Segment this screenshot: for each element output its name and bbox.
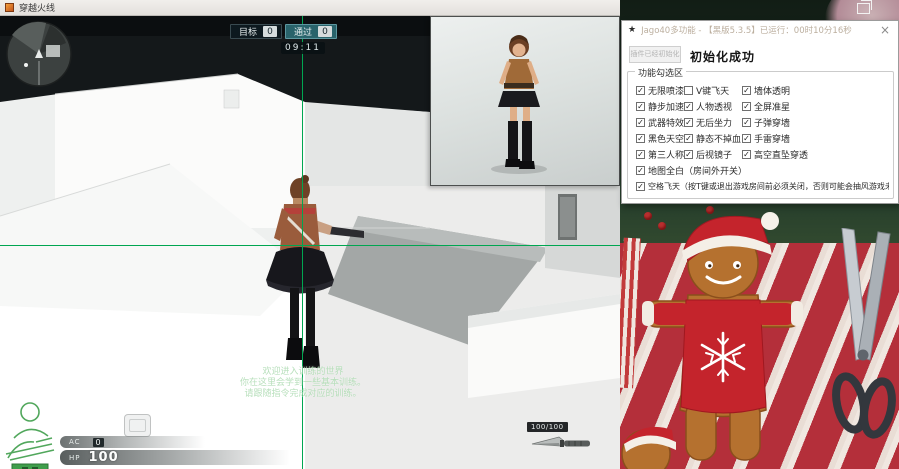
checkbox-checked-icon[interactable]: ✓	[636, 165, 645, 175]
feature-checkbox[interactable]: ✓ 人物透视	[684, 100, 742, 113]
game-titlebar[interactable]: 穿越火线	[0, 0, 620, 16]
game-window: 穿越火线 目标 0 通过 0 09:11 欢迎进入训练的世界 你在这里会学到一些…	[0, 0, 620, 469]
feature-checkbox[interactable]: ✓ 手雷穿墙	[742, 132, 889, 145]
screen: 穿越火线 目标 0 通过 0 09:11 欢迎进入训练的世界 你在这里会学到一些…	[0, 0, 899, 469]
feature-checkbox[interactable]: V键飞天	[684, 84, 742, 97]
feature-checkbox[interactable]: ✓空格飞天（按T键或退出游戏房间前必须关闭，否则可能会抽风游戏未响应）	[636, 181, 889, 192]
feature-checkbox[interactable]: ✓ 黑色天空	[636, 132, 684, 145]
feature-checkbox[interactable]: ✓ 墙体透明	[742, 84, 889, 97]
checkbox-checked-icon[interactable]: ✓	[636, 85, 645, 95]
checkbox-checked-icon[interactable]: ✓	[636, 181, 645, 191]
second-cookie	[621, 426, 676, 469]
welcome-text-line: 请跟随指令完成对应的训练。	[244, 389, 362, 399]
game-app-icon	[5, 3, 14, 12]
init-status-text: 初始化成功	[690, 50, 756, 64]
window-restore-icon[interactable]	[857, 0, 872, 14]
feature-checkbox-label: 手雷穿墙	[754, 134, 791, 145]
checkbox-checked-icon[interactable]: ✓	[684, 149, 693, 159]
crosshair-vertical-line	[302, 16, 303, 469]
feature-checkbox-label: 静态不掉血	[696, 134, 742, 145]
feature-checkbox-label: 无限喷漆	[648, 86, 684, 97]
armor-bar: AC 0	[60, 436, 205, 448]
feature-checkbox-label: 地图全白（房间外开关）	[648, 166, 748, 177]
feature-checkbox-label: 人物透视	[696, 102, 733, 113]
pass-value: 0	[318, 26, 333, 37]
close-icon[interactable]: ×	[878, 24, 892, 36]
init-button[interactable]: 插件已经初始化	[629, 46, 681, 63]
health-bar: HP 100	[60, 450, 290, 465]
tool-titlebar[interactable]: ★ Jago40多功能 - 【黑版5.3.5】已运行：00时10分16秒 ×	[622, 21, 898, 38]
checkbox-checked-icon[interactable]: ✓	[636, 149, 645, 159]
welcome-text-line: 欢迎进入训练的世界	[262, 367, 344, 377]
soldier-hud-icon	[5, 402, 55, 469]
feature-checkbox-label: 第三人称	[648, 150, 684, 161]
objective-label: 目标	[239, 28, 258, 38]
feature-checkbox-label: V键飞天	[696, 86, 730, 97]
player-character	[266, 175, 364, 368]
feature-checkbox[interactable]: ✓ 静态不掉血	[684, 132, 742, 145]
checkbox-checked-icon[interactable]: ✓	[684, 101, 693, 111]
feature-checkbox-label: 墙体透明	[754, 86, 791, 97]
checkbox-checked-icon[interactable]: ✓	[742, 133, 751, 143]
health-label: HP	[69, 453, 81, 462]
feature-checkbox-label: 子弹穿墙	[754, 118, 791, 129]
feature-checkbox-label: 静步加速	[648, 102, 684, 113]
cheat-tool-window: ★ Jago40多功能 - 【黑版5.3.5】已运行：00时10分16秒 × 插…	[621, 20, 899, 204]
checkbox-checked-icon[interactable]: ✓	[742, 85, 751, 95]
scissors	[832, 228, 896, 439]
checkbox-checked-icon[interactable]: ✓	[636, 133, 645, 143]
feature-checkbox[interactable]: ✓ 静步加速	[636, 100, 684, 113]
tool-window-title: Jago40多功能 - 【黑版5.3.5】已运行：00时10分16秒	[641, 25, 852, 36]
checkbox-unchecked-icon[interactable]	[684, 85, 693, 95]
welcome-message: 欢迎进入训练的世界 你在这里会学到一些基本训练。 请跟随指令完成对应的训练。	[178, 367, 428, 400]
feature-checkbox-label: 黑色天空	[648, 134, 684, 145]
feature-checkbox[interactable]: ✓ 第三人称	[636, 148, 684, 161]
feature-checkbox[interactable]: ✓ 全屏准星	[742, 100, 889, 113]
score-panel: 目标 0 通过 0	[230, 24, 338, 39]
feature-checkbox-grid: ✓ 无限喷漆 V键飞天 ✓ 墙体透明 ✓ 静步加速 ✓ 人物透视 ✓ 全屏准星 ✓ 武器特效 ✓ 无后坐力 ✓…	[636, 82, 889, 194]
game-viewport[interactable]: 目标 0 通过 0 09:11 欢迎进入训练的世界 你在这里会学到一些基本训练。…	[0, 16, 620, 469]
feature-checkbox[interactable]: ✓ 无后坐力	[684, 116, 742, 129]
feature-group-label: 功能勾选区	[635, 66, 687, 79]
checkbox-checked-icon[interactable]: ✓	[636, 101, 645, 111]
checkbox-checked-icon[interactable]: ✓	[742, 149, 751, 159]
armor-label: AC	[69, 438, 81, 446]
objective-value: 0	[263, 26, 278, 37]
feature-checkbox-label: 高空直坠穿透	[754, 150, 809, 161]
feature-checkbox[interactable]: ✓ 高空直坠穿透	[742, 148, 889, 161]
minimap	[6, 21, 72, 87]
star-icon: ★	[628, 24, 637, 35]
pass-box: 通过 0	[285, 24, 338, 39]
feature-checkbox[interactable]: ✓ 地图全白（房间外开关）	[636, 164, 889, 177]
game-window-title: 穿越火线	[19, 4, 56, 14]
feature-checkbox[interactable]: ✓ 后视镜子	[684, 148, 742, 161]
feature-checkbox-label: 无后坐力	[696, 118, 733, 129]
checkbox-checked-icon[interactable]: ✓	[742, 117, 751, 127]
crosshair-horizontal-line	[0, 245, 620, 246]
armor-value: 0	[92, 437, 104, 447]
objective-box: 目标 0	[230, 24, 283, 39]
checkbox-checked-icon[interactable]: ✓	[742, 101, 751, 111]
checkbox-checked-icon[interactable]: ✓	[684, 133, 693, 143]
equipment-slot	[124, 414, 151, 437]
feature-checkbox-label: 武器特效	[648, 118, 684, 129]
feature-checkbox[interactable]: ✓ 无限喷漆	[636, 84, 684, 97]
health-value: 100	[88, 450, 119, 465]
preview-character	[491, 35, 547, 174]
knife-icon	[531, 436, 590, 447]
ammo-counter: 100/100	[527, 422, 568, 432]
feature-checkbox-label: 后视镜子	[696, 150, 733, 161]
feature-checkbox[interactable]: ✓ 子弹穿墙	[742, 116, 889, 129]
checkbox-checked-icon[interactable]: ✓	[636, 117, 645, 127]
feature-groupbox: 功能勾选区 ✓ 无限喷漆 V键飞天 ✓ 墙体透明 ✓ 静步加速 ✓ 人物透视 ✓ 全屏准星 ✓ 武器特效…	[627, 66, 894, 199]
pass-label: 通过	[294, 28, 313, 38]
checkbox-checked-icon[interactable]: ✓	[684, 117, 693, 127]
feature-checkbox-label: 空格飞天（按T键或退出游戏房间前必须关闭，否则可能会抽风游戏未响应）	[648, 181, 889, 191]
welcome-text-line: 你在这里会学到一些基本训练。	[239, 378, 366, 388]
feature-checkbox-label: 全屏准星	[754, 102, 791, 113]
character-preview-inset	[430, 16, 620, 186]
feature-checkbox[interactable]: ✓ 武器特效	[636, 116, 684, 129]
round-timer: 09:11	[281, 42, 325, 54]
